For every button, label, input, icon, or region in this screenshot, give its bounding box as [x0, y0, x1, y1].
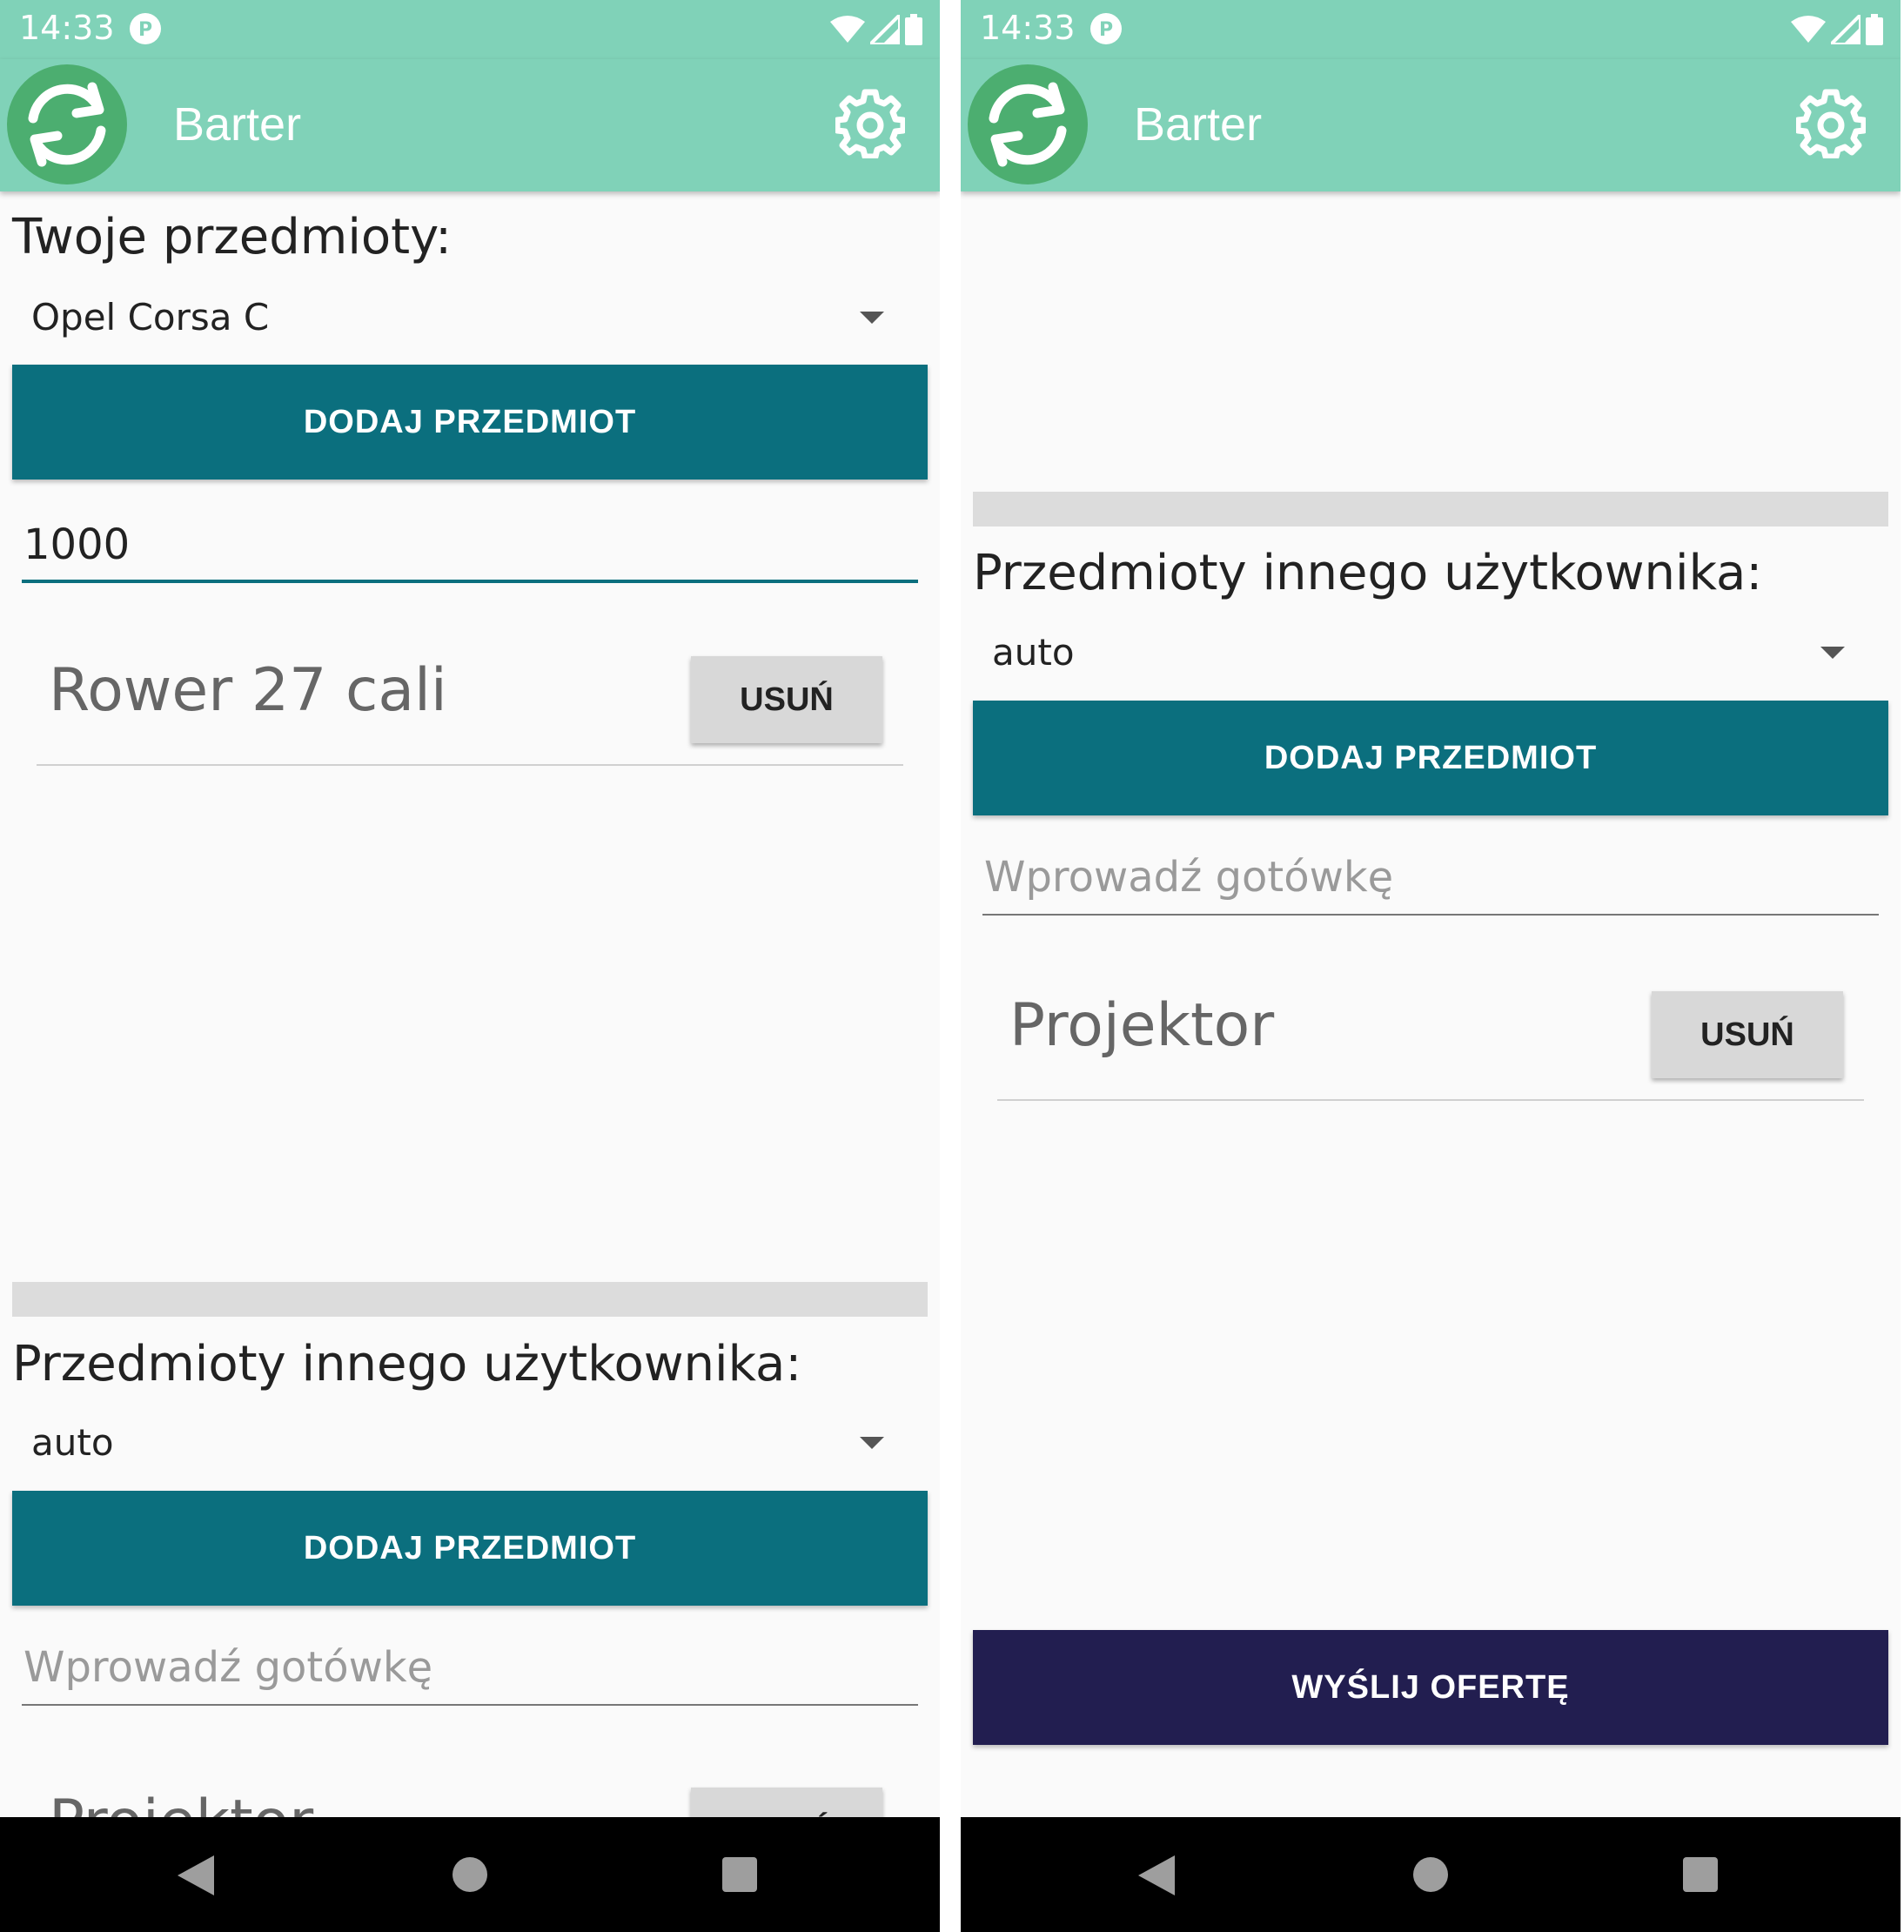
left-screen: 14:33 P Barter Twoje przedmioty: Opel Co… — [0, 0, 940, 1932]
battery-icon — [905, 14, 922, 45]
item-divider — [37, 764, 903, 766]
signal-icon — [870, 15, 900, 44]
battery-icon — [1866, 14, 1883, 45]
chevron-down-icon — [860, 1437, 884, 1449]
status-time: 14:33 — [19, 9, 115, 47]
list-item: Rower 27 cali USUŃ — [37, 644, 903, 766]
chevron-down-icon — [860, 312, 884, 324]
status-time: 14:33 — [980, 9, 1076, 47]
signal-icon — [1831, 15, 1860, 44]
svg-text:P: P — [138, 19, 152, 41]
field-underline — [22, 580, 918, 583]
back-icon[interactable] — [1138, 1855, 1175, 1895]
section-divider — [973, 492, 1888, 527]
cash-value: 1000 — [23, 520, 131, 569]
app-title: Barter — [1134, 98, 1263, 151]
wifi-icon — [830, 16, 865, 43]
my-items-spinner[interactable]: Opel Corsa C — [12, 278, 928, 357]
item-name: Projektor — [1009, 991, 1275, 1060]
app-notification-icon: P — [1090, 13, 1122, 44]
send-offer-button[interactable]: WYŚLIJ OFERTĘ — [973, 1630, 1888, 1745]
remove-item-button[interactable]: USUŃ — [1652, 991, 1843, 1078]
add-other-item-button[interactable]: DODAJ PRZEDMIOT — [973, 701, 1888, 815]
add-my-item-button[interactable]: DODAJ PRZEDMIOT — [12, 365, 928, 480]
app-title: Barter — [173, 98, 302, 151]
home-icon[interactable] — [453, 1857, 487, 1892]
status-icons — [830, 14, 922, 45]
spinner-value: Opel Corsa C — [31, 296, 270, 339]
status-bar: 14:33 P — [961, 0, 1901, 59]
section-divider — [12, 1282, 928, 1317]
spinner-value: auto — [992, 631, 1075, 674]
cash-placeholder: Wprowadź gotówkę — [23, 1643, 433, 1692]
app-bar: Barter — [961, 59, 1901, 191]
item-name: Rower 27 cali — [49, 656, 447, 725]
svg-text:P: P — [1099, 19, 1113, 41]
other-items-spinner[interactable]: auto — [973, 614, 1888, 692]
my-cash-input[interactable]: 1000 — [22, 513, 918, 583]
home-icon[interactable] — [1413, 1857, 1448, 1892]
recents-icon[interactable] — [722, 1857, 757, 1892]
item-divider — [997, 1099, 1864, 1101]
list-item: Projektor USUŃ — [997, 979, 1864, 1101]
cash-placeholder: Wprowadź gotówkę — [984, 853, 1394, 902]
add-other-item-button[interactable]: DODAJ PRZEDMIOT — [12, 1491, 928, 1606]
app-notification-icon: P — [130, 13, 161, 44]
right-screen: 14:33 P Barter Przedmioty innego użytkow… — [961, 0, 1901, 1932]
remove-item-button[interactable]: USUŃ — [691, 656, 882, 743]
field-underline — [982, 914, 1879, 916]
other-cash-input[interactable]: Wprowadź gotówkę — [22, 1636, 918, 1706]
navigation-bar — [961, 1817, 1901, 1932]
other-items-label: Przedmioty innego użytkownika: — [973, 545, 1763, 601]
other-items-label: Przedmioty innego użytkownika: — [12, 1336, 802, 1392]
status-bar: 14:33 P — [0, 0, 940, 59]
status-icons — [1791, 14, 1883, 45]
sync-icon[interactable] — [7, 64, 127, 184]
sync-icon[interactable] — [968, 64, 1088, 184]
spinner-value: auto — [31, 1421, 114, 1464]
wifi-icon — [1791, 16, 1826, 43]
back-icon[interactable] — [178, 1855, 214, 1895]
chevron-down-icon — [1820, 647, 1845, 659]
app-bar: Barter — [0, 59, 940, 191]
my-items-label: Twoje przedmioty: — [12, 209, 453, 265]
other-items-spinner[interactable]: auto — [12, 1404, 928, 1482]
recents-icon[interactable] — [1683, 1857, 1718, 1892]
gear-icon[interactable] — [1796, 89, 1866, 158]
navigation-bar — [0, 1817, 940, 1932]
field-underline — [22, 1704, 918, 1706]
gear-icon[interactable] — [835, 89, 905, 158]
other-cash-input[interactable]: Wprowadź gotówkę — [982, 846, 1879, 916]
